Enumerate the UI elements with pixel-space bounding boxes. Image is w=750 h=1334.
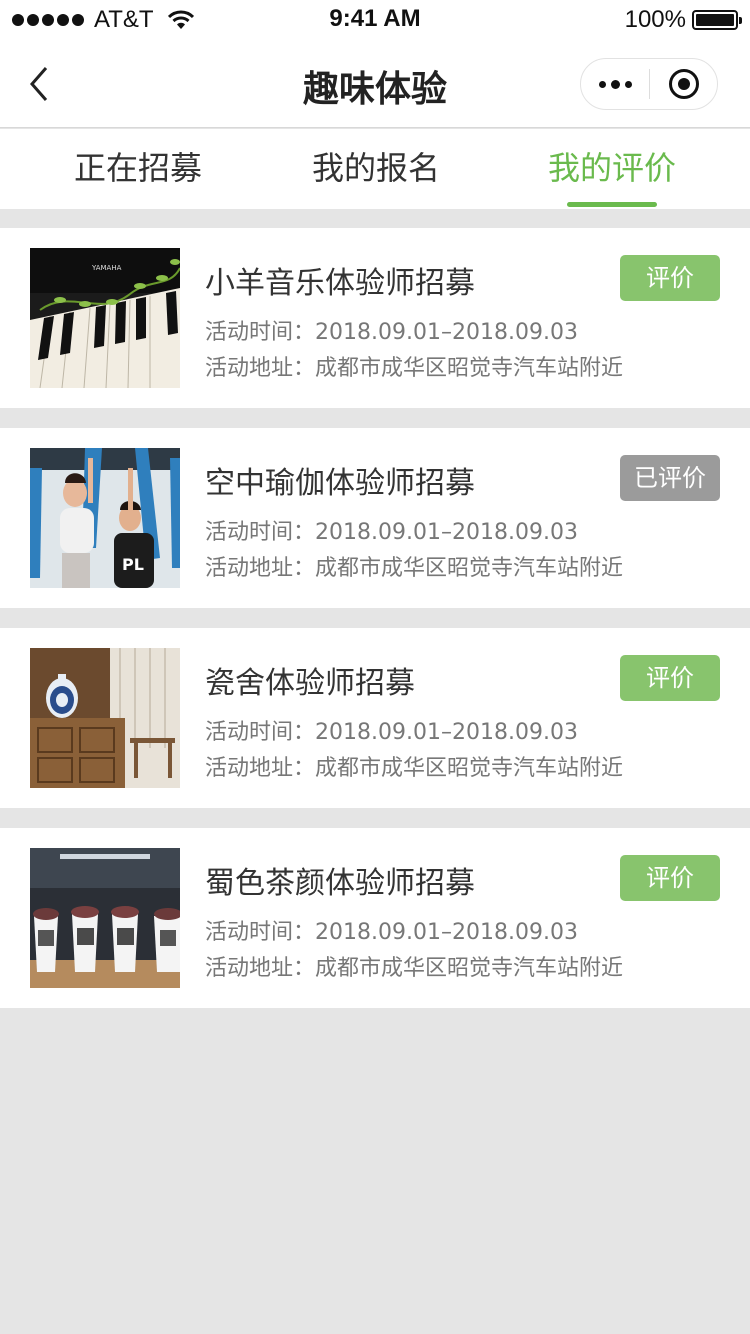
item-time: 活动时间：2018.09.01–2018.09.03 xyxy=(205,720,578,745)
reviewed-button[interactable]: 已评价 xyxy=(620,455,720,501)
status-bar: AT&T 9:41 AM 100% xyxy=(0,0,750,40)
item-title: 蜀色茶颜体验师招募 xyxy=(205,866,475,901)
tab-my-signups[interactable]: 我的报名 xyxy=(251,129,501,209)
tab-my-reviews[interactable]: 我的评价 xyxy=(487,129,737,209)
status-right: 100% xyxy=(624,6,742,34)
battery-icon xyxy=(692,10,742,30)
more-button[interactable] xyxy=(581,59,649,109)
item-address: 活动地址：成都市成华区昭觉寺汽车站附近 xyxy=(205,556,624,581)
list-item[interactable]: YAMAHA 小羊音乐体验师招募 活动时间：2018.09.01–2018.09… xyxy=(0,228,750,408)
list-item[interactable]: 瓷舍体验师招募 活动时间：2018.09.01–2018.09.03 活动地址：… xyxy=(0,628,750,808)
tea-cups-image xyxy=(30,848,180,988)
tab-recruiting[interactable]: 正在招募 xyxy=(13,129,263,209)
more-dots-icon xyxy=(598,80,606,88)
item-address: 活动地址：成都市成华区昭觉寺汽车站附近 xyxy=(205,756,624,781)
activity-list: YAMAHA 小羊音乐体验师招募 活动时间：2018.09.01–2018.09… xyxy=(0,228,750,1028)
review-button[interactable]: 评价 xyxy=(620,855,720,901)
item-time: 活动时间：2018.09.01–2018.09.03 xyxy=(205,520,578,545)
mini-program-capsule xyxy=(580,58,718,110)
item-title: 空中瑜伽体验师招募 xyxy=(205,466,475,501)
nav-bar: 趣味体验 xyxy=(0,40,750,128)
battery-percent: 100% xyxy=(624,6,686,33)
svg-text:PL: PL xyxy=(122,555,144,574)
review-button[interactable]: 评价 xyxy=(620,655,720,701)
piano-image: YAMAHA xyxy=(30,248,180,388)
list-item[interactable]: 蜀色茶颜体验师招募 活动时间：2018.09.01–2018.09.03 活动地… xyxy=(0,828,750,1008)
item-address: 活动地址：成都市成华区昭觉寺汽车站附近 xyxy=(205,956,624,981)
svg-text:YAMAHA: YAMAHA xyxy=(91,264,122,272)
porcelain-shop-image xyxy=(30,648,180,788)
item-time: 活动时间：2018.09.01–2018.09.03 xyxy=(205,920,578,945)
item-time: 活动时间：2018.09.01–2018.09.03 xyxy=(205,320,578,345)
aerial-yoga-image: PL xyxy=(30,448,180,588)
review-button[interactable]: 评价 xyxy=(620,255,720,301)
close-button[interactable] xyxy=(650,59,717,109)
item-title: 瓷舍体验师招募 xyxy=(205,666,415,701)
tab-bar: 正在招募 我的报名 我的评价 xyxy=(0,129,750,209)
list-item[interactable]: PL 空中瑜伽体验师招募 活动时间：2018.09.01–2018.09.03 … xyxy=(0,428,750,608)
target-close-icon xyxy=(668,69,699,99)
item-address: 活动地址：成都市成华区昭觉寺汽车站附近 xyxy=(205,356,624,381)
active-tab-indicator xyxy=(567,202,657,207)
item-title: 小羊音乐体验师招募 xyxy=(205,266,475,301)
